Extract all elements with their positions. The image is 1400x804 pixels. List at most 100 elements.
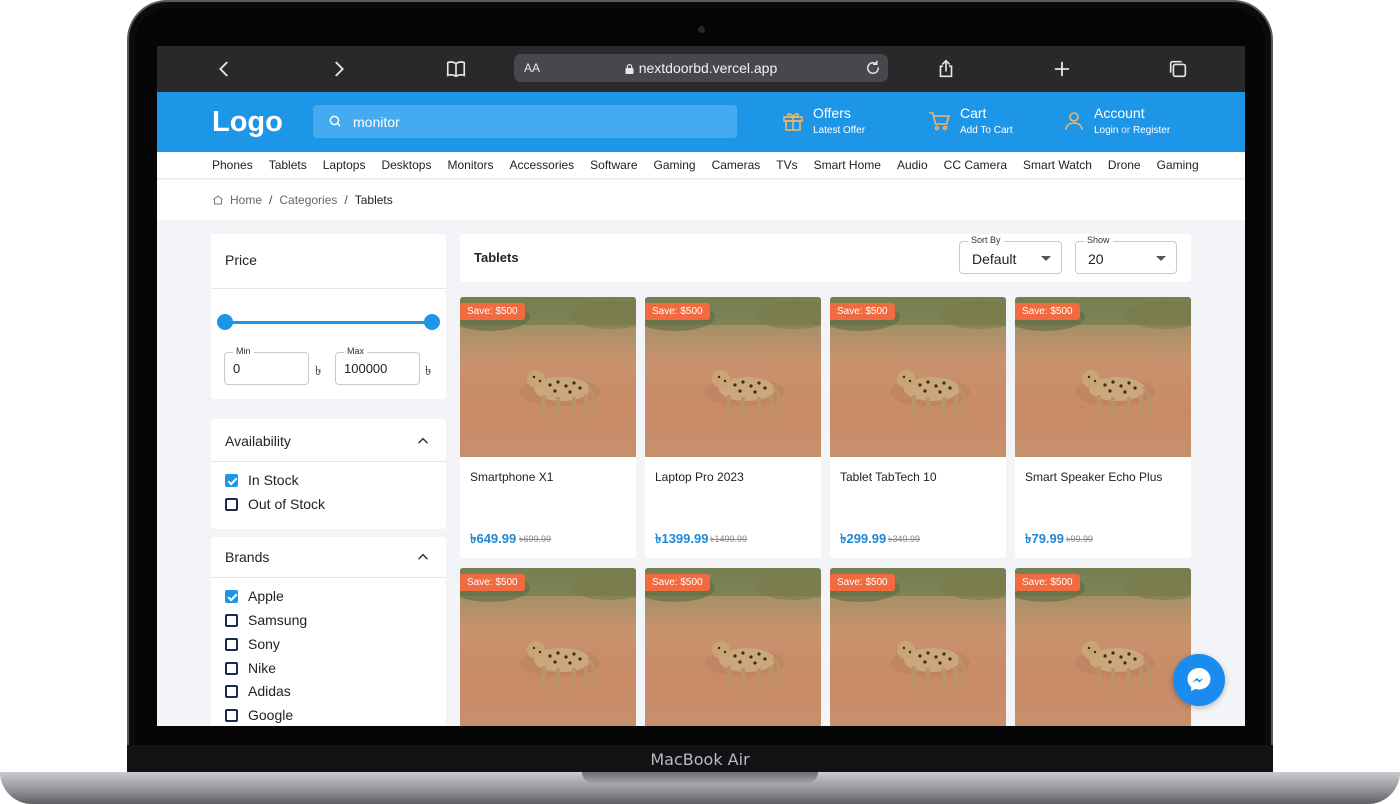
breadcrumb-separator: / [344,193,348,207]
forward-button[interactable] [327,57,351,81]
brand-samsung[interactable]: Samsung [225,612,307,628]
category-laptops[interactable]: Laptops [323,158,366,172]
product-card[interactable]: Save: $500 [1015,568,1191,726]
product-image[interactable]: Save: $500 [830,568,1006,726]
product-name[interactable]: Laptop Pro 2023 [655,470,744,484]
address-bar[interactable]: AA nextdoorbd.vercel.app [514,54,888,82]
plus-icon [1054,61,1070,77]
product-card[interactable]: Save: $500 Tablet TabTech 10 ৳299.99 ৳349.9… [830,297,1006,558]
checkbox-unchecked[interactable] [225,708,238,722]
price-min-field[interactable]: Min [224,346,309,385]
brands-filter: Brands Apple Samsung Sony Nike Adidas Go… [211,537,446,726]
brand-option-label: Sony [248,636,280,652]
product-card[interactable]: Save: $500 Smartphone X1 ৳649.99 ৳699.99 [460,297,636,558]
bookmarks-button[interactable] [444,57,468,81]
show-value: 20 [1088,251,1104,267]
checkbox-checked[interactable] [225,589,238,603]
price-max-input[interactable] [344,361,414,376]
category-cc-camera[interactable]: CC Camera [944,158,1007,172]
product-card[interactable]: Save: $500 [830,568,1006,726]
price-slider-min-handle[interactable] [217,314,233,330]
breadcrumb-categories[interactable]: Categories [279,193,337,207]
availability-option-label: Out of Stock [248,496,326,512]
login-link[interactable]: Login [1094,125,1118,136]
category-accessories[interactable]: Accessories [509,158,574,172]
category-cameras[interactable]: Cameras [712,158,761,172]
availability-in-stock[interactable]: In Stock [225,472,299,488]
show-count-select[interactable]: Show 20 [1075,235,1177,274]
brand-sony[interactable]: Sony [225,636,280,652]
share-button[interactable] [934,57,958,81]
product-name[interactable]: Smartphone X1 [470,470,553,484]
category-software[interactable]: Software [590,158,637,172]
breadcrumb-current: Tablets [354,193,393,207]
category-nav: Phones Tablets Laptops Desktops Monitors… [157,152,1245,179]
leopard-photo [1015,568,1191,690]
checkbox-unchecked[interactable] [225,661,238,675]
category-tablets[interactable]: Tablets [269,158,307,172]
register-link[interactable]: Register [1133,125,1170,136]
brand-nike[interactable]: Nike [225,660,276,676]
product-card[interactable]: Save: $500 Smart Speaker Echo Plus ৳79.99 ৳… [1015,297,1191,558]
browser-toolbar: AA nextdoorbd.vercel.app [157,46,1245,92]
checkbox-unchecked[interactable] [225,497,238,511]
category-gaming[interactable]: Gaming [654,158,696,172]
divider [211,577,446,578]
checkbox-unchecked[interactable] [225,613,238,627]
search-input[interactable] [353,105,723,138]
show-label: Show [1084,235,1113,245]
cart-link[interactable]: Cart Add To Cart [928,104,1038,140]
category-drone[interactable]: Drone [1108,158,1141,172]
product-card[interactable]: Save: $500 Laptop Pro 2023 ৳1399.99 ৳1499.9… [645,297,821,558]
price-max-field[interactable]: Max [335,346,420,385]
category-desktops[interactable]: Desktops [381,158,431,172]
messenger-chat-button[interactable] [1173,654,1225,706]
checkbox-unchecked[interactable] [225,637,238,651]
tabs-overview-button[interactable] [1166,57,1190,81]
checkbox-checked[interactable] [225,473,238,487]
chevron-up-icon[interactable] [416,434,430,448]
category-phones[interactable]: Phones [212,158,253,172]
product-card[interactable]: Save: $500 [460,568,636,726]
product-price: ৳649.99 [470,531,517,546]
product-image[interactable]: Save: $500 [645,297,821,457]
brand-apple[interactable]: Apple [225,588,284,604]
availability-filter: Availability In Stock Out of Stock [211,419,446,529]
product-image[interactable]: Save: $500 [1015,568,1191,726]
product-image[interactable]: Save: $500 [460,568,636,726]
site-logo[interactable]: Logo [212,106,283,139]
breadcrumb-bar: Home / Categories / Tablets [157,180,1245,220]
price-max-label: Max [344,346,368,356]
availability-out-of-stock[interactable]: Out of Stock [225,496,325,512]
price-slider-track[interactable] [224,321,432,324]
price-filter-title: Price [225,252,257,268]
price-slider-max-handle[interactable] [424,314,440,330]
product-image[interactable]: Save: $500 [1015,297,1191,457]
new-tab-button[interactable] [1050,57,1074,81]
account-link[interactable]: Account Login or Register [1062,104,1192,140]
brand-google[interactable]: Google [225,707,293,723]
sort-by-select[interactable]: Sort By Default [959,235,1062,274]
product-image[interactable]: Save: $500 [645,568,821,726]
category-gaming-2[interactable]: Gaming [1157,158,1199,172]
product-name[interactable]: Tablet TabTech 10 [840,470,937,484]
checkbox-unchecked[interactable] [225,684,238,698]
category-monitors[interactable]: Monitors [447,158,493,172]
breadcrumb-home[interactable]: Home [230,193,262,207]
category-tvs[interactable]: TVs [776,158,797,172]
product-name[interactable]: Smart Speaker Echo Plus [1025,470,1162,484]
offers-link[interactable]: Offers Latest Offer [781,104,891,140]
product-image[interactable]: Save: $500 [460,297,636,457]
category-smart-home[interactable]: Smart Home [814,158,881,172]
price-min-input[interactable] [233,361,303,376]
leopard-photo [460,297,636,419]
chevron-up-icon[interactable] [416,550,430,564]
account-subtitle: Login or Register [1094,125,1170,136]
category-audio[interactable]: Audio [897,158,928,172]
brand-adidas[interactable]: Adidas [225,683,291,699]
product-image[interactable]: Save: $500 [830,297,1006,457]
reload-icon[interactable] [864,59,882,77]
back-button[interactable] [212,57,236,81]
product-card[interactable]: Save: $500 [645,568,821,726]
category-smart-watch[interactable]: Smart Watch [1023,158,1092,172]
